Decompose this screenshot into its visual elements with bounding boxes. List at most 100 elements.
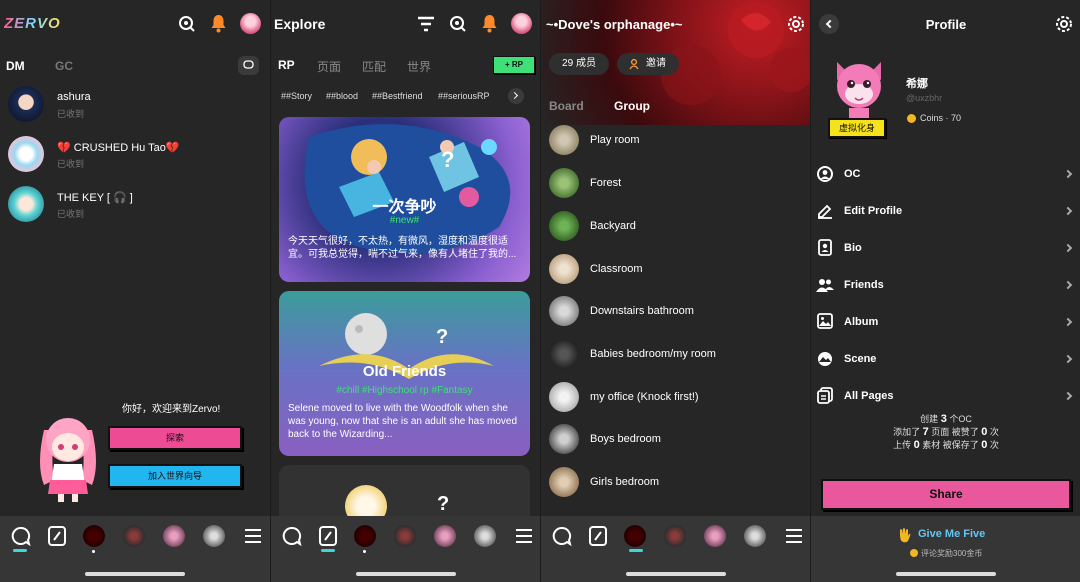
conversation-name: 💔 CRUSHED Hu Tao💔 <box>57 142 180 154</box>
channel-name: Play room <box>590 134 640 146</box>
chevron-right-icon <box>1063 169 1073 179</box>
tag-chip[interactable]: ##blood <box>326 91 358 101</box>
tab-world[interactable]: 世界 <box>407 58 431 75</box>
world-avatar-1[interactable] <box>83 525 105 547</box>
tag-chip[interactable]: ##seriousRP <box>438 91 490 101</box>
explore-button[interactable]: 探索 <box>108 426 242 450</box>
menu-all-pages[interactable]: All Pages <box>811 383 1080 409</box>
world-avatar-4[interactable] <box>744 525 766 547</box>
filter-icon[interactable] <box>417 15 435 33</box>
chevron-right-icon <box>510 91 519 100</box>
compose-button[interactable] <box>238 56 259 75</box>
search-icon[interactable] <box>449 15 467 33</box>
rp-card[interactable]: ? 一次争吵 #new# 今天天气很好，不太热，有微风，湿度和温度很适宜。可我总… <box>279 117 530 282</box>
stats-line-1: 创建 3 个OC <box>811 413 1080 426</box>
tag-chip[interactable]: ##Bestfriend <box>372 91 423 101</box>
channel-thumbnail <box>549 424 579 454</box>
saves-count: 0 <box>981 439 988 451</box>
channel-thumbnail <box>549 211 579 241</box>
tab-gc[interactable]: GC <box>55 59 73 73</box>
bottom-nav <box>0 516 270 582</box>
tab-match[interactable]: 匹配 <box>362 58 386 75</box>
members-count: 29 成员 <box>562 58 596 69</box>
bottom-nav <box>271 516 540 582</box>
mascot-image <box>40 418 96 502</box>
rp-card[interactable]: ? Old Friends #chill #Highschool rp #Fan… <box>279 291 530 456</box>
user-avatar[interactable] <box>240 13 261 34</box>
invite-button[interactable]: 邀请 <box>617 53 679 75</box>
menu-label: Bio <box>844 242 862 254</box>
channel-name: my office (Knock first!) <box>590 391 699 403</box>
stat-text: 上传 <box>893 440 912 450</box>
world-avatar-2[interactable] <box>394 525 416 547</box>
person-icon <box>629 59 639 70</box>
chat-icon[interactable] <box>11 526 31 546</box>
user-handle: @uxzbhr <box>906 93 943 103</box>
new-rp-button[interactable]: + RP <box>493 56 535 74</box>
menu-album[interactable]: Album <box>811 309 1080 335</box>
world-avatar-2[interactable] <box>123 525 145 547</box>
edit-icon[interactable] <box>589 526 607 546</box>
stat-text: 素材 被保存了 <box>922 440 979 450</box>
conversation-item[interactable]: ashura 已收到 <box>8 86 263 126</box>
menu-friends[interactable]: Friends <box>811 272 1080 298</box>
menu-icon[interactable] <box>786 529 802 543</box>
menu-label: Album <box>844 316 879 328</box>
stats-line-3: 上传 0 素材 被保存了 0 次 <box>811 439 1080 452</box>
chevron-right-icon <box>1063 317 1073 327</box>
menu-edit-profile[interactable]: Edit Profile <box>811 198 1080 224</box>
pages-count: 7 <box>922 426 929 438</box>
gear-icon[interactable] <box>787 15 805 33</box>
card-tags: #new# <box>389 215 420 226</box>
tag-chip[interactable]: ##Story <box>281 91 312 101</box>
bell-icon[interactable] <box>481 14 498 33</box>
tab-group[interactable]: Group <box>614 99 650 113</box>
gear-icon[interactable] <box>1055 15 1073 33</box>
tab-dm[interactable]: DM <box>6 59 25 73</box>
group-screen: ~•Dove's orphanage•~ 29 成员 邀请 Board Grou… <box>540 0 810 582</box>
menu-label: OC <box>844 168 861 180</box>
avatar <box>837 62 881 118</box>
chat-icon[interactable] <box>552 526 572 546</box>
world-avatar-3[interactable] <box>434 525 456 547</box>
profile-screen: Profile 虚拟化身 希娜 @uxzbhr Coins · 70 OC Ed… <box>810 0 1080 582</box>
edit-icon[interactable] <box>48 526 66 546</box>
edit-icon[interactable] <box>319 526 337 546</box>
person-circle-icon <box>817 166 833 182</box>
avatar <box>8 136 44 172</box>
menu-oc[interactable]: OC <box>811 161 1080 187</box>
search-icon[interactable] <box>178 15 196 33</box>
conversation-item[interactable]: 💔 CRUSHED Hu Tao💔 已收到 <box>8 136 263 176</box>
bell-icon[interactable] <box>210 14 227 33</box>
menu-bio[interactable]: Bio <box>811 235 1080 261</box>
user-avatar[interactable] <box>511 13 532 34</box>
tags-scroll-button[interactable] <box>508 88 524 104</box>
world-avatar-2[interactable] <box>664 525 686 547</box>
menu-icon[interactable] <box>245 529 261 543</box>
stat-text: 页面 被赞了 <box>931 427 979 437</box>
menu-icon[interactable] <box>516 529 532 543</box>
give-me-five-panel[interactable]: Give Me Five 评论奖励300金币 <box>811 516 1080 582</box>
avatar-badge[interactable]: 虚拟化身 <box>828 118 886 138</box>
world-avatar-1[interactable] <box>354 525 376 547</box>
world-avatar-3[interactable] <box>163 525 185 547</box>
world-avatar-4[interactable] <box>203 525 225 547</box>
tab-rp[interactable]: RP <box>278 58 295 72</box>
home-indicator <box>85 572 185 576</box>
conversation-item[interactable]: THE KEY [ 🎧 ] 已收到 <box>8 186 263 226</box>
join-world-button[interactable]: 加入世界向导 <box>108 464 242 488</box>
world-avatar-4[interactable] <box>474 525 496 547</box>
channel-name: Classroom <box>590 263 643 275</box>
chat-icon[interactable] <box>282 526 302 546</box>
coins-balance: Coins · 70 <box>920 113 962 123</box>
stats-line-2: 添加了 7 页面 被赞了 0 次 <box>811 426 1080 439</box>
channel-thumbnail <box>549 125 579 155</box>
coin-icon <box>907 114 916 123</box>
share-button[interactable]: Share <box>821 479 1071 510</box>
world-avatar-1[interactable] <box>624 525 646 547</box>
world-avatar-3[interactable] <box>704 525 726 547</box>
tab-board[interactable]: Board <box>549 99 584 113</box>
menu-scene[interactable]: Scene <box>811 346 1080 372</box>
members-button[interactable]: 29 成员 <box>549 53 609 75</box>
tab-pages[interactable]: 页面 <box>317 58 341 75</box>
